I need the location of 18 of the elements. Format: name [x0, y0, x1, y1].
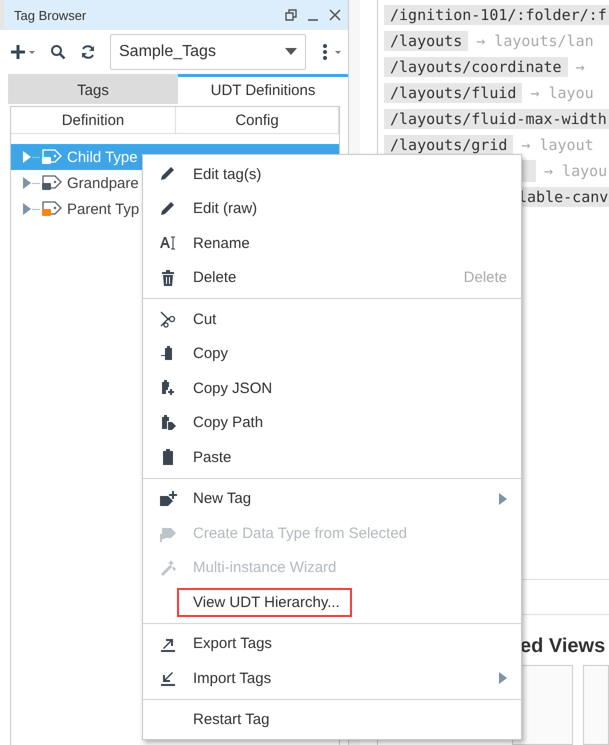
route-target: →: [576, 58, 585, 76]
route-path: /layouts/fluid-max-width: [384, 109, 609, 129]
tree-item-label: Child Type: [67, 148, 138, 166]
route-path: /layouts/grid: [384, 135, 514, 155]
route-target: → layout: [521, 136, 594, 154]
route-path: /layouts: [384, 31, 468, 51]
route-target: → layou: [544, 162, 608, 180]
shortcut-label: Delete: [464, 269, 507, 286]
route-target: → layou: [530, 84, 594, 102]
route-path: /layouts/coordinate: [384, 57, 568, 77]
route-target: → layouts/lan: [476, 32, 594, 50]
highlight-box: View UDT Hierarchy...: [177, 588, 352, 617]
route-path: /ignition-101/:folder/:f: [384, 5, 609, 25]
section-heading: ed Views: [519, 635, 606, 659]
tree-item-label: Grandpare: [67, 174, 139, 192]
route-path: /layouts/fluid: [384, 83, 522, 103]
tree-item-label: Parent Typ: [67, 200, 140, 218]
panel-title: Tag Browser: [14, 8, 88, 22]
